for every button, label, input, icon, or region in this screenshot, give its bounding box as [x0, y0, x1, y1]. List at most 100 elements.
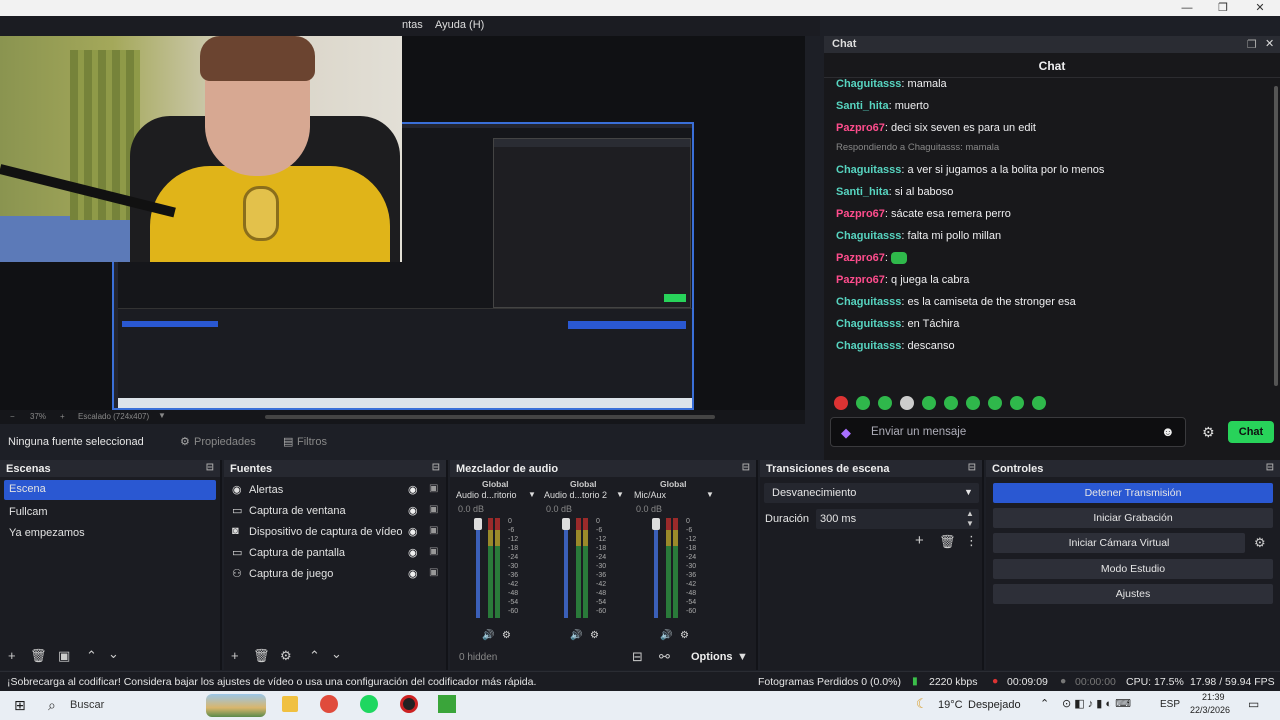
- channel-name[interactable]: Mic/Aux: [634, 490, 666, 500]
- delete-source-icon[interactable]: 🗑: [253, 648, 270, 664]
- taskbar-time[interactable]: 21:39: [1202, 692, 1225, 702]
- visibility-eye-icon[interactable]: ◉: [408, 525, 418, 538]
- lock-icon[interactable]: ▣: [429, 525, 438, 536]
- virtual-camera-gear-icon[interactable]: ⚙: [1254, 535, 1266, 551]
- stepper-up-icon[interactable]: ▲: [966, 509, 974, 518]
- mixer-layout-icon[interactable]: ⊟: [632, 649, 643, 665]
- duration-input[interactable]: 300 ms ▲ ▼: [816, 509, 979, 529]
- stop-stream-button[interactable]: Detener Transmisión: [993, 483, 1273, 503]
- file-explorer-icon[interactable]: [282, 696, 298, 712]
- chevron-down-icon[interactable]: ▼: [158, 411, 166, 420]
- move-down-icon[interactable]: ⌄: [331, 646, 342, 662]
- chat-username[interactable]: Chaguitasss: [836, 230, 901, 242]
- preview-scrollbar[interactable]: [265, 415, 715, 419]
- scene-item-escena[interactable]: Escena: [4, 480, 216, 500]
- more-options-icon[interactable]: ⋮: [965, 533, 978, 549]
- emote-picker-icon[interactable]: ☻: [1161, 424, 1175, 439]
- menu-help[interactable]: Ayuda (H): [435, 19, 484, 31]
- mixer-options-button[interactable]: Options: [691, 651, 733, 663]
- channel-name[interactable]: Audio d...torio 2: [544, 490, 607, 500]
- source-item[interactable]: ⚇ Captura de juego ◉ ▣: [230, 566, 442, 584]
- chat-username[interactable]: Pazpro67: [836, 208, 885, 220]
- scene-filter-icon[interactable]: ▣: [58, 648, 70, 664]
- chevron-down-icon[interactable]: ▼: [528, 490, 536, 499]
- close-dock-icon[interactable]: ✕: [1265, 37, 1274, 50]
- maximize-icon[interactable]: ❐: [1208, 0, 1238, 16]
- bits-icon[interactable]: ◆: [841, 425, 851, 441]
- source-item[interactable]: ▭ Captura de pantalla ◉ ▣: [230, 545, 442, 563]
- visibility-eye-icon[interactable]: ◉: [408, 546, 418, 559]
- fader-knob[interactable]: [562, 518, 570, 530]
- chat-message-input[interactable]: ◆ Enviar un mensaje ☻: [830, 417, 1186, 447]
- menu-windows[interactable]: ntas: [402, 19, 423, 31]
- chat-username[interactable]: Santi_hita: [836, 100, 889, 112]
- scene-item-ya-empezamos[interactable]: Ya empezamos: [9, 527, 85, 539]
- windows-start-icon[interactable]: ⊞: [14, 697, 26, 714]
- delete-transition-icon[interactable]: 🗑: [939, 534, 956, 550]
- chat-send-button[interactable]: Chat: [1228, 421, 1274, 443]
- studio-mode-button[interactable]: Modo Estudio: [993, 559, 1273, 579]
- chat-username[interactable]: Pazpro67: [836, 122, 885, 134]
- channel-settings-icon[interactable]: ⚙: [680, 630, 689, 641]
- chat-username[interactable]: Chaguitasss: [836, 340, 901, 352]
- channel-name[interactable]: Audio d...ritorio: [456, 490, 517, 500]
- speaker-icon[interactable]: 🔊: [660, 630, 672, 641]
- delete-scene-icon[interactable]: 🗑: [30, 648, 47, 664]
- zoom-out-icon[interactable]: −: [10, 412, 15, 421]
- stepper-down-icon[interactable]: ▼: [966, 519, 974, 528]
- chat-username[interactable]: Chaguitasss: [836, 164, 901, 176]
- obs-icon[interactable]: [400, 695, 418, 713]
- add-transition-icon[interactable]: +: [915, 532, 924, 549]
- source-item[interactable]: ▭ Captura de ventana ◉ ▣: [230, 503, 442, 521]
- channel-settings-icon[interactable]: ⚙: [502, 630, 511, 641]
- source-item[interactable]: ◉ Alertas ◉ ▣: [230, 482, 442, 500]
- chrome-icon[interactable]: [320, 695, 338, 713]
- spotify-icon[interactable]: [360, 695, 378, 713]
- transition-select[interactable]: Desvanecimiento ▼: [764, 483, 979, 503]
- preview-area[interactable]: [0, 36, 805, 410]
- settings-button[interactable]: Ajustes: [993, 584, 1273, 604]
- chat-username[interactable]: Santi_hita: [836, 186, 889, 198]
- close-icon[interactable]: ✕: [1245, 0, 1275, 16]
- float-icon[interactable]: ⊟: [432, 462, 440, 473]
- taskbar-date[interactable]: 22/3/2026: [1190, 705, 1230, 715]
- properties-button[interactable]: Propiedades: [194, 436, 256, 448]
- visibility-eye-icon[interactable]: ◉: [408, 567, 418, 580]
- chat-username[interactable]: Chaguitasss: [836, 318, 901, 330]
- move-up-icon[interactable]: ⌃: [86, 648, 97, 664]
- float-icon[interactable]: ❐: [1247, 38, 1257, 51]
- mixer-link-icon[interactable]: ⚯: [659, 649, 670, 665]
- chevron-down-icon[interactable]: ▼: [737, 651, 748, 663]
- visibility-eye-icon[interactable]: ◉: [408, 504, 418, 517]
- float-icon[interactable]: ⊟: [206, 462, 214, 473]
- move-up-icon[interactable]: ⌃: [309, 648, 320, 664]
- chevron-up-icon[interactable]: ⌃: [1040, 697, 1049, 710]
- virtual-camera-button[interactable]: Iniciar Cámara Virtual: [993, 533, 1245, 553]
- move-down-icon[interactable]: ⌄: [108, 646, 119, 662]
- chat-username[interactable]: Chaguitasss: [836, 78, 901, 90]
- add-scene-icon[interactable]: +: [8, 648, 16, 663]
- notification-icon[interactable]: ▭: [1248, 697, 1259, 711]
- source-settings-icon[interactable]: ⚙: [280, 648, 292, 664]
- source-item[interactable]: ◙ Dispositivo de captura de vídeo ◉ ▣: [230, 524, 442, 542]
- float-icon[interactable]: ⊟: [1266, 462, 1274, 473]
- volume-fader[interactable]: [476, 518, 480, 618]
- chat-username[interactable]: Pazpro67: [836, 274, 885, 286]
- chat-username[interactable]: Pazpro67: [836, 252, 885, 264]
- zoom-in-icon[interactable]: +: [60, 412, 65, 421]
- channel-settings-icon[interactable]: ⚙: [590, 630, 599, 641]
- add-source-icon[interactable]: +: [231, 648, 239, 663]
- chat-username[interactable]: Chaguitasss: [836, 296, 901, 308]
- fader-knob[interactable]: [474, 518, 482, 530]
- chevron-down-icon[interactable]: ▼: [616, 490, 624, 499]
- lock-icon[interactable]: ▣: [429, 504, 438, 515]
- speaker-icon[interactable]: 🔊: [482, 630, 494, 641]
- lock-icon[interactable]: ▣: [429, 483, 438, 494]
- minecraft-icon[interactable]: [438, 695, 456, 713]
- volume-fader[interactable]: [654, 518, 658, 618]
- fader-knob[interactable]: [652, 518, 660, 530]
- volume-fader[interactable]: [564, 518, 568, 618]
- float-icon[interactable]: ⊟: [968, 462, 976, 473]
- widgets-image[interactable]: [206, 694, 266, 717]
- float-icon[interactable]: ⊟: [742, 462, 750, 473]
